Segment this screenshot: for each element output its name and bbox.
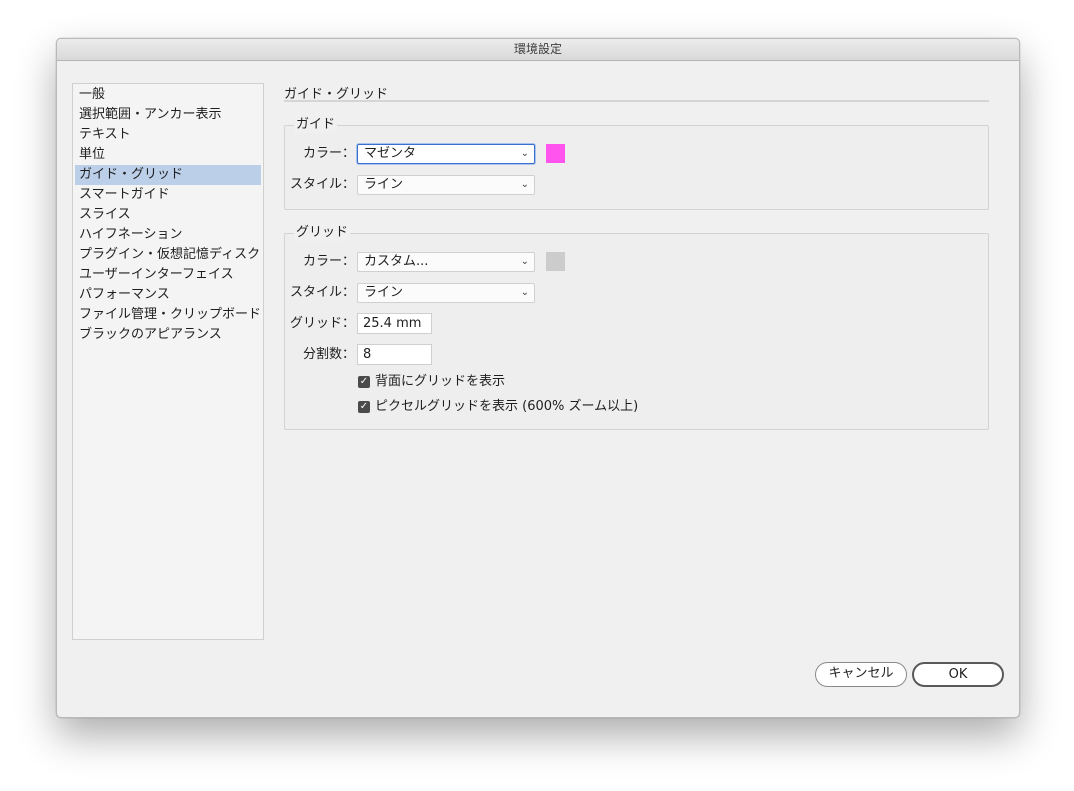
sidebar-item-type[interactable]: テキスト: [75, 125, 261, 145]
gridline-every-input[interactable]: 25.4 mm: [357, 313, 432, 334]
subdivisions-label: 分割数：: [302, 347, 355, 362]
guide-style-select[interactable]: ライン ⌄: [357, 175, 535, 195]
chevron-down-icon: ⌄: [520, 179, 529, 190]
gridline-every-label: グリッド：: [290, 316, 356, 331]
sidebar-item-smart-guides[interactable]: スマートガイド: [75, 185, 261, 205]
sidebar-item-user-interface[interactable]: ユーザーインターフェイス: [75, 265, 261, 285]
grids-in-back-checkbox[interactable]: ✓: [358, 376, 370, 388]
chevron-down-icon: ⌄: [520, 287, 529, 298]
pixel-grid-checkbox[interactable]: ✓: [358, 401, 370, 413]
chevron-down-icon: ⌄: [520, 148, 529, 159]
ok-button[interactable]: OK: [912, 662, 1004, 687]
chevron-down-icon: ⌄: [520, 256, 529, 267]
grid-group: グリッド カラー： カスタム... ⌄ スタイル： ライン ⌄ グリッド： 25…: [284, 225, 989, 430]
sidebar-item-appearance-of-black[interactable]: ブラックのアピアランス: [75, 325, 261, 345]
sidebar-item-slices[interactable]: スライス: [75, 205, 261, 225]
guide-color-swatch[interactable]: [546, 144, 565, 163]
grid-color-swatch[interactable]: [546, 252, 565, 271]
guides-group: ガイド カラー： マゼンタ ⌄ スタイル： ライン ⌄: [284, 117, 989, 210]
grid-color-select[interactable]: カスタム... ⌄: [357, 252, 535, 272]
sidebar-item-plugins-scratch-disks[interactable]: プラグイン・仮想記憶ディスク: [75, 245, 261, 265]
subdivisions-input[interactable]: 8: [357, 344, 432, 365]
grid-style-label: スタイル：: [290, 285, 356, 300]
guides-legend: ガイド: [294, 117, 338, 133]
category-list: 一般 選択範囲・アンカー表示 テキスト 単位 ガイド・グリッド スマートガイド …: [72, 83, 264, 640]
guide-color-value: マゼンタ: [364, 146, 417, 161]
grid-color-value: カスタム...: [364, 254, 429, 269]
preferences-dialog: 環境設定 一般 選択範囲・アンカー表示 テキスト 単位 ガイド・グリッド スマー…: [56, 38, 1020, 718]
panel-title-divider: [284, 100, 989, 102]
guide-color-select[interactable]: マゼンタ ⌄: [357, 144, 535, 164]
sidebar-item-units[interactable]: 単位: [75, 145, 261, 165]
sidebar-item-selection-anchor-display[interactable]: 選択範囲・アンカー表示: [75, 105, 261, 125]
sidebar-item-performance[interactable]: パフォーマンス: [75, 285, 261, 305]
guide-style-value: ライン: [364, 177, 404, 192]
guide-style-label: スタイル：: [290, 177, 356, 192]
grid-legend: グリッド: [294, 225, 351, 241]
grid-style-select[interactable]: ライン ⌄: [357, 283, 535, 303]
grids-in-back-label: 背面にグリッドを表示: [375, 374, 506, 389]
cancel-button[interactable]: キャンセル: [815, 662, 907, 687]
sidebar-item-hyphenation[interactable]: ハイフネーション: [75, 225, 261, 245]
pixel-grid-label: ピクセルグリッドを表示 (600% ズーム以上): [375, 399, 639, 414]
window-title: 環境設定: [57, 39, 1019, 61]
grid-style-value: ライン: [364, 285, 404, 300]
grid-color-label: カラー：: [302, 254, 355, 269]
sidebar-item-guides-grid[interactable]: ガイド・グリッド: [75, 165, 261, 185]
sidebar-item-general[interactable]: 一般: [75, 85, 261, 105]
guide-color-label: カラー：: [302, 146, 355, 161]
sidebar-item-file-handling-clipboard[interactable]: ファイル管理・クリップボード: [75, 305, 261, 325]
